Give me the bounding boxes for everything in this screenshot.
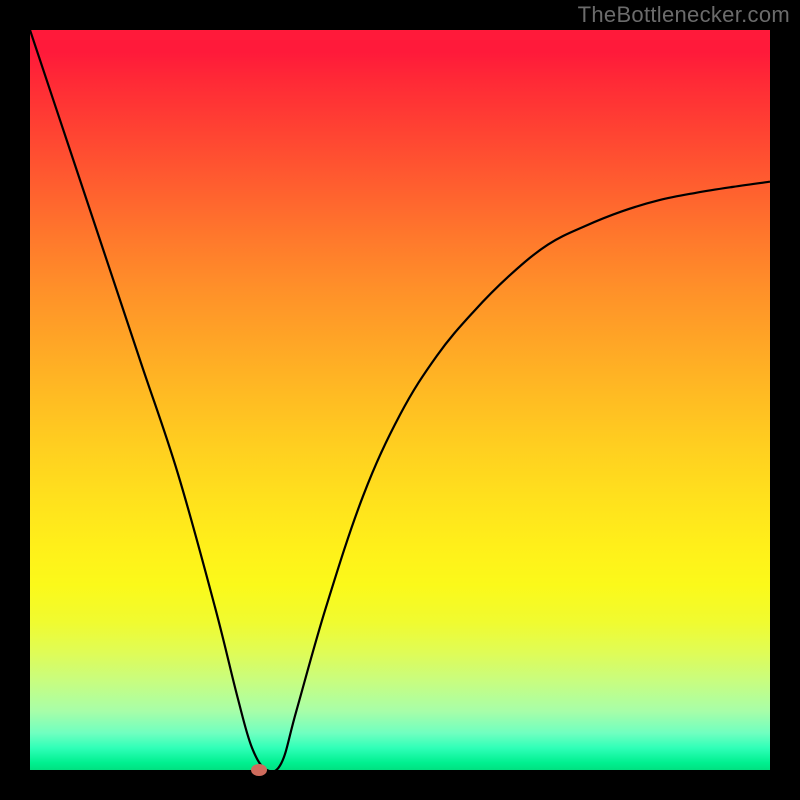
- watermark-text: TheBottlenecker.com: [578, 2, 790, 28]
- chart-background-gradient: [30, 30, 770, 770]
- optimum-marker: [251, 764, 267, 776]
- chart-svg: [30, 30, 770, 770]
- bottleneck-curve: [30, 30, 770, 770]
